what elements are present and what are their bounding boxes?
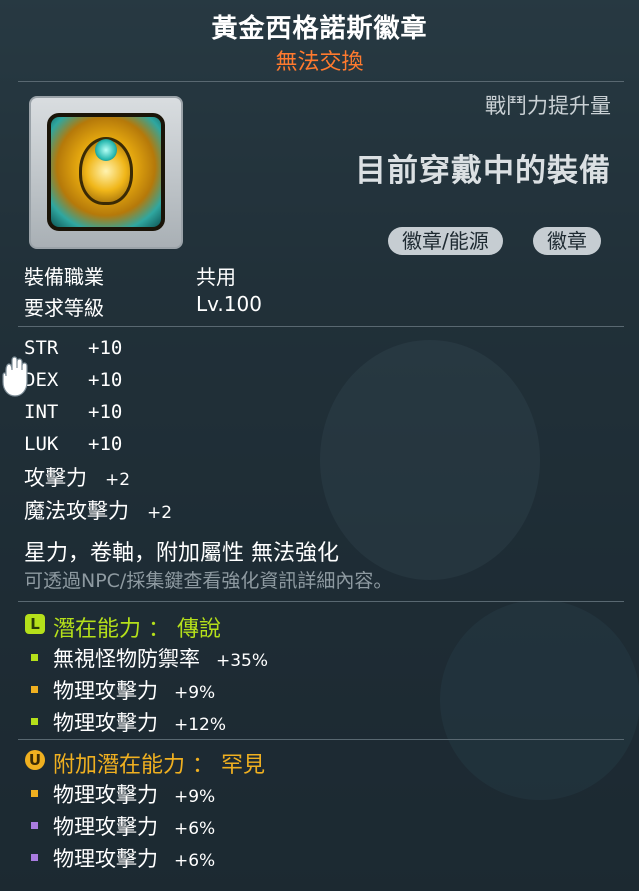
stat-name: INT bbox=[24, 401, 59, 423]
potential-line: 物理攻擊力 +12% bbox=[53, 707, 226, 737]
legendary-grade-icon: L bbox=[25, 614, 45, 634]
potential-bullet bbox=[31, 718, 38, 725]
additional-potential-line: 物理攻擊力 +6% bbox=[53, 811, 215, 841]
additional-potential-line-label: 物理攻擊力 bbox=[53, 847, 158, 871]
magic-attack-row: 魔法攻擊力 +2 bbox=[24, 495, 172, 525]
potential-line-label: 無視怪物防禦率 bbox=[53, 647, 200, 671]
potential-line-value: +12% bbox=[174, 715, 227, 735]
divider bbox=[18, 601, 624, 602]
attack-value: +2 bbox=[105, 470, 131, 490]
potential-bullet bbox=[31, 654, 38, 661]
divider bbox=[18, 739, 624, 740]
additional-potential-line-value: +6% bbox=[174, 851, 216, 871]
enhancement-notes: 星力，卷軸，附加屬性 無法強化 bbox=[24, 541, 339, 566]
golden-cygnus-badge-icon bbox=[47, 113, 165, 231]
level-value: Lv.100 bbox=[196, 292, 262, 316]
stat-value: +10 bbox=[88, 401, 123, 423]
additional-potential-bullet bbox=[31, 854, 38, 861]
additional-potential-line: 物理攻擊力 +9% bbox=[53, 779, 215, 809]
additional-potential-title: 附加潛在能力 ： 罕見 bbox=[53, 753, 265, 778]
additional-potential-line-label: 物理攻擊力 bbox=[53, 783, 158, 807]
enhancement-hint: 可透過NPC/採集鍵查看強化資訊詳細內容。 bbox=[24, 570, 393, 592]
potential-line: 無視怪物防禦率 +35% bbox=[53, 643, 268, 673]
potential-bullet bbox=[31, 686, 38, 693]
glove-cursor-icon bbox=[2, 356, 28, 397]
attack-label: 攻擊力 bbox=[24, 466, 87, 490]
potential-line-value: +35% bbox=[216, 651, 269, 671]
equipped-status-text: 目前穿戴中的裝備 bbox=[355, 153, 611, 189]
additional-potential-line-value: +6% bbox=[174, 819, 216, 839]
potential-line-label: 物理攻擊力 bbox=[53, 679, 158, 703]
item-tooltip-panel: 黃金西格諾斯徽章 無法交換 戰鬥力提升量 目前穿戴中的裝備 徽章/能源 徽章 裝… bbox=[0, 0, 639, 891]
divider bbox=[18, 81, 624, 82]
stat-value: +10 bbox=[88, 433, 123, 455]
item-name: 黃金西格諾斯徽章 bbox=[211, 14, 428, 44]
attack-row: 攻擊力 +2 bbox=[24, 462, 130, 492]
power-increase-label: 戰鬥力提升量 bbox=[485, 94, 611, 118]
trade-status: 無法交換 bbox=[275, 50, 364, 75]
stat-row: LUK +10 bbox=[24, 433, 122, 455]
stat-value: +10 bbox=[88, 337, 123, 359]
stat-name: LUK bbox=[24, 433, 59, 455]
additional-potential-line: 物理攻擊力 +6% bbox=[53, 843, 215, 873]
potential-line: 物理攻擊力 +9% bbox=[53, 675, 215, 705]
job-label: 裝備職業 bbox=[24, 265, 104, 289]
magic-attack-label: 魔法攻擊力 bbox=[24, 499, 129, 523]
magic-attack-value: +2 bbox=[147, 503, 173, 523]
additional-potential-bullet bbox=[31, 822, 38, 829]
level-label: 要求等級 bbox=[24, 296, 104, 320]
job-value: 共用 bbox=[196, 265, 236, 289]
badge-gem bbox=[95, 139, 117, 161]
unique-grade-icon: U bbox=[25, 750, 45, 770]
additional-potential-bullet bbox=[31, 790, 38, 797]
stat-value: +10 bbox=[88, 369, 123, 391]
divider bbox=[18, 326, 624, 327]
potential-line-value: +9% bbox=[174, 683, 216, 703]
additional-potential-line-label: 物理攻擊力 bbox=[53, 815, 158, 839]
subcategory-tag: 徽章 bbox=[533, 227, 601, 255]
additional-potential-line-value: +9% bbox=[174, 787, 216, 807]
potential-line-label: 物理攻擊力 bbox=[53, 711, 158, 735]
potential-title: 潛在能力 ： 傳說 bbox=[53, 617, 221, 642]
category-tag: 徽章/能源 bbox=[388, 227, 503, 255]
item-icon-frame bbox=[29, 96, 183, 249]
stat-row: INT +10 bbox=[24, 401, 122, 423]
